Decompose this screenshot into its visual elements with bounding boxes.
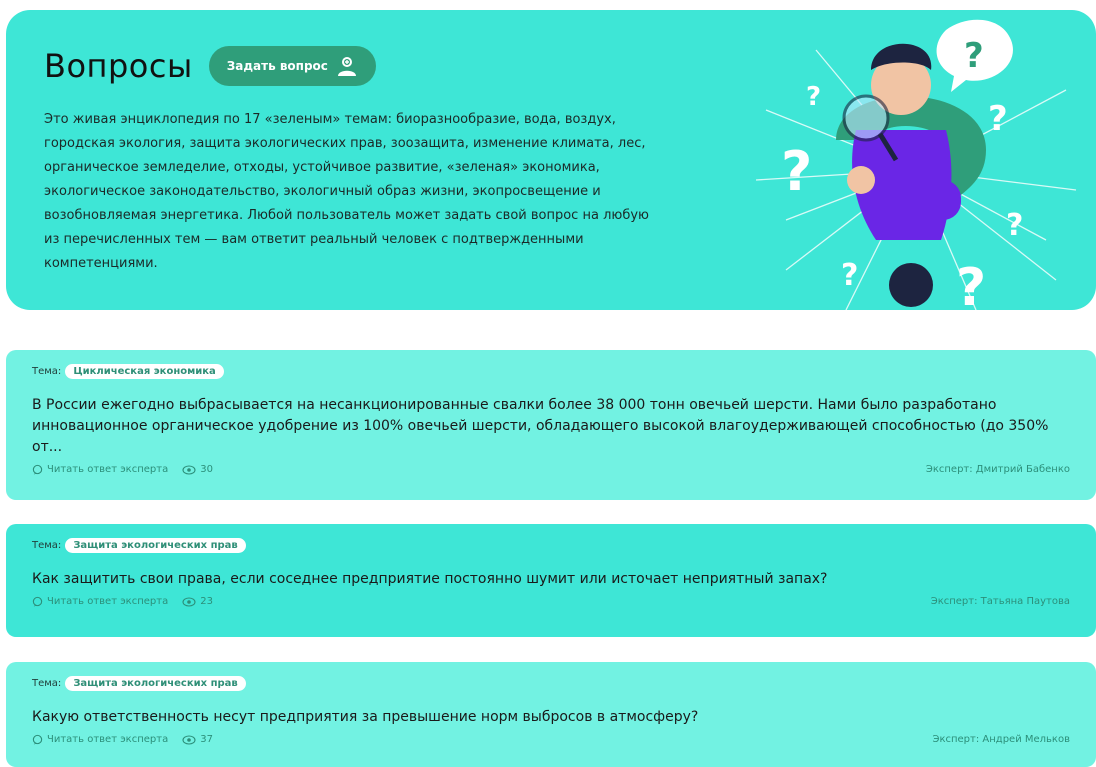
views-count: 37 <box>200 734 213 745</box>
question-card[interactable]: Тема: Защита экологических прав Как защи… <box>6 524 1096 637</box>
read-answer-link[interactable]: Читать ответ эксперта <box>32 464 168 475</box>
svg-text:?: ? <box>956 258 986 310</box>
svg-text:?: ? <box>841 258 858 293</box>
svg-text:?: ? <box>781 140 812 203</box>
question-text[interactable]: В России ежегодно выбрасывается на несан… <box>32 395 1070 458</box>
read-answer-link[interactable]: Читать ответ эксперта <box>32 596 168 607</box>
expert-name[interactable]: Эксперт: Дмитрий Бабенко <box>926 464 1070 475</box>
svg-text:?: ? <box>964 36 984 76</box>
add-user-icon <box>336 55 358 77</box>
topic-badge[interactable]: Циклическая экономика <box>65 364 224 379</box>
topic-badge[interactable]: Защита экологических прав <box>65 538 246 553</box>
comment-icon <box>32 464 43 475</box>
read-answer-label: Читать ответ эксперта <box>47 464 169 475</box>
question-text[interactable]: Как защитить свои права, если соседнее п… <box>32 569 1070 590</box>
hero-title-row: Вопросы Задать вопрос <box>44 46 376 86</box>
topic-row: Тема: Циклическая экономика <box>32 364 1070 379</box>
views-counter: 23 <box>182 596 213 607</box>
question-card[interactable]: Тема: Циклическая экономика В России еже… <box>6 350 1096 500</box>
svg-text:?: ? <box>1006 208 1023 243</box>
ask-question-button-label: Задать вопрос <box>226 59 328 73</box>
topic-label: Тема: <box>32 678 62 689</box>
eye-icon <box>182 596 196 607</box>
topic-badge[interactable]: Защита экологических прав <box>65 676 246 691</box>
svg-text:?: ? <box>806 82 821 112</box>
eye-icon <box>182 734 196 745</box>
hero-banner: Вопросы Задать вопрос Это живая энциклоп… <box>6 10 1096 310</box>
question-meta: Читать ответ эксперта 30 Эксперт: Дмитри… <box>32 464 1070 475</box>
page-title: Вопросы <box>44 47 193 85</box>
expert-name[interactable]: Эксперт: Татьяна Паутова <box>931 596 1070 607</box>
question-card[interactable]: Тема: Защита экологических прав Какую от… <box>6 662 1096 767</box>
question-meta: Читать ответ эксперта 23 Эксперт: Татьян… <box>32 596 1070 607</box>
hero-illustration: ? ? ? ? ? ? ? <box>726 10 1096 310</box>
topic-row: Тема: Защита экологических прав <box>32 676 1070 691</box>
question-meta: Читать ответ эксперта 37 Эксперт: Андрей… <box>32 734 1070 745</box>
comment-icon <box>32 734 43 745</box>
eye-icon <box>182 464 196 475</box>
svg-text:?: ? <box>988 99 1008 139</box>
views-count: 23 <box>200 596 213 607</box>
ask-question-button[interactable]: Задать вопрос <box>208 46 376 86</box>
read-answer-label: Читать ответ эксперта <box>47 734 169 745</box>
expert-name[interactable]: Эксперт: Андрей Мельков <box>932 734 1070 745</box>
hero-description: Это живая энциклопедия по 17 «зеленым» т… <box>44 112 649 271</box>
man-with-magnifier-illustration: ? ? ? ? ? ? ? <box>755 19 1077 310</box>
views-counter: 30 <box>182 464 213 475</box>
question-text[interactable]: Какую ответственность несут предприятия … <box>32 707 1070 728</box>
read-answer-label: Читать ответ эксперта <box>47 596 169 607</box>
views-counter: 37 <box>182 734 213 745</box>
topic-label: Тема: <box>32 366 62 377</box>
comment-icon <box>32 596 43 607</box>
views-count: 30 <box>200 464 213 475</box>
topic-row: Тема: Защита экологических прав <box>32 538 1070 553</box>
read-answer-link[interactable]: Читать ответ эксперта <box>32 734 168 745</box>
topic-label: Тема: <box>32 540 62 551</box>
